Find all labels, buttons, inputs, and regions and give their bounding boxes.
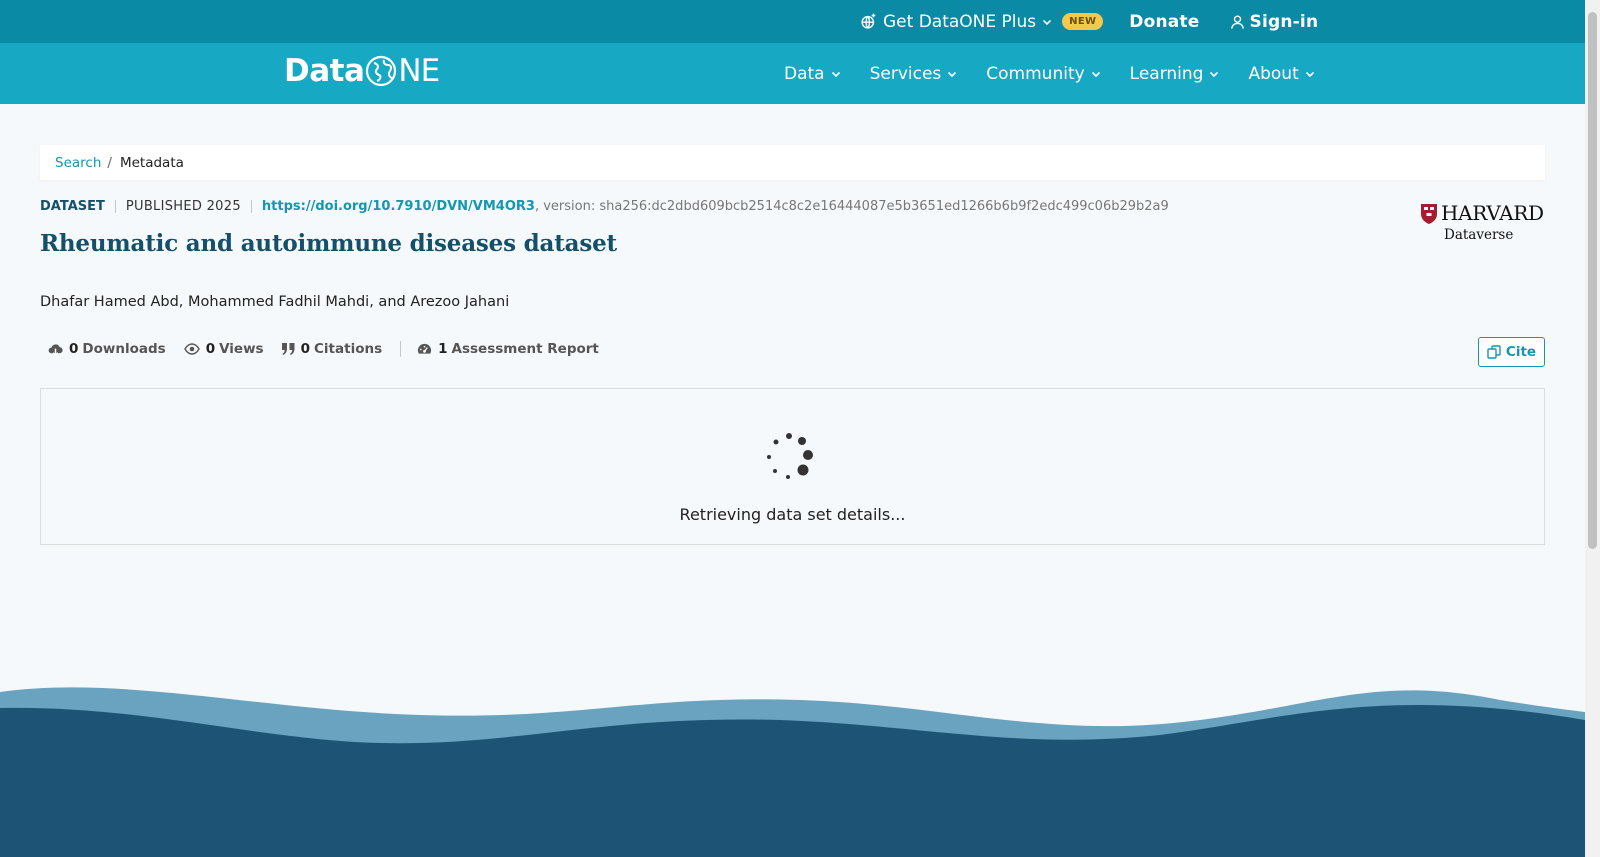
- dataone-logo[interactable]: Data NE: [284, 53, 440, 89]
- get-dataone-plus-menu[interactable]: Get DataONE Plus NEW: [860, 11, 1104, 32]
- harvard-shield-icon: [1420, 203, 1438, 229]
- get-dataone-plus-label: Get DataONE Plus: [883, 11, 1037, 32]
- downloads-metric[interactable]: 0 Downloads: [48, 341, 166, 357]
- dataset-type-label: DATASET: [40, 199, 105, 214]
- dataset-authors: Dhafar Hamed Abd, Mohammed Fadhil Mahdi,…: [40, 294, 510, 310]
- nav-item-label: Services: [869, 63, 942, 84]
- assessment-report-metric[interactable]: 1 Assessment Report: [417, 341, 599, 357]
- logo-text-data: Data: [284, 53, 365, 89]
- donate-link[interactable]: Donate: [1129, 12, 1199, 32]
- nav-item-label: About: [1248, 63, 1299, 84]
- repository-logo[interactable]: HARVARD Dataverse: [1420, 201, 1546, 245]
- views-metric[interactable]: 0 Views: [183, 341, 264, 357]
- nav-item-data[interactable]: Data: [784, 64, 841, 84]
- assessment-label: Assessment Report: [451, 341, 599, 357]
- nav-item-learning[interactable]: Learning: [1130, 64, 1220, 84]
- dataset-metrics: 0 Downloads 0 Views 0 Citations 1 Assess…: [48, 341, 617, 357]
- cloud-download-icon: [48, 343, 63, 356]
- downloads-label: Downloads: [82, 341, 166, 357]
- sign-in-label: Sign-in: [1249, 11, 1319, 32]
- footer-wave-decoration: [0, 687, 1585, 857]
- cite-button[interactable]: Cite: [1478, 337, 1545, 367]
- nav-item-about[interactable]: About: [1248, 64, 1314, 84]
- nav-item-services[interactable]: Services: [870, 64, 958, 84]
- nav-item-community[interactable]: Community: [986, 64, 1100, 84]
- repository-name: HARVARD: [1441, 201, 1544, 225]
- assessment-count: 1: [438, 341, 448, 357]
- citations-count: 0: [300, 341, 311, 357]
- meta-divider: [250, 200, 252, 213]
- chevron-down-icon: [1305, 64, 1315, 84]
- nav-item-label: Data: [784, 63, 825, 84]
- chevron-down-icon: [1209, 64, 1219, 84]
- logo-text-ne: NE: [398, 53, 440, 89]
- user-icon: [1230, 14, 1245, 30]
- spinner-icon: [764, 432, 814, 486]
- cite-label: Cite: [1505, 344, 1537, 360]
- citations-metric[interactable]: 0 Citations: [281, 341, 383, 357]
- quote-icon: [281, 343, 295, 355]
- dataset-title: Rheumatic and autoimmune diseases datase…: [40, 230, 617, 257]
- globe-sparkle-icon: [860, 13, 877, 30]
- published-year: PUBLISHED 2025: [125, 199, 241, 214]
- chevron-down-icon: [831, 64, 841, 84]
- eye-icon: [183, 343, 200, 355]
- metrics-divider: [400, 341, 402, 357]
- dataset-meta-line: DATASET PUBLISHED 2025 https://doi.org/1…: [40, 199, 1169, 214]
- breadcrumb: Search / Metadata: [40, 145, 1545, 180]
- downloads-count: 0: [69, 341, 79, 357]
- utility-links: Get DataONE Plus NEW Donate Sign-in: [860, 0, 1318, 43]
- new-badge: NEW: [1062, 13, 1104, 30]
- views-count: 0: [205, 341, 216, 357]
- meta-divider: [114, 200, 116, 213]
- views-label: Views: [219, 341, 264, 357]
- top-utility-bar: Get DataONE Plus NEW Donate Sign-in: [0, 0, 1585, 43]
- chevron-down-icon: [1091, 64, 1101, 84]
- citations-label: Citations: [314, 341, 383, 357]
- sign-in-link[interactable]: Sign-in: [1230, 12, 1319, 32]
- main-navigation: Data NE Data Services Community Learning…: [0, 43, 1585, 104]
- breadcrumb-separator: /: [107, 154, 112, 171]
- breadcrumb-search-link[interactable]: Search: [55, 155, 101, 171]
- breadcrumb-current: Metadata: [119, 154, 184, 171]
- nav-item-label: Community: [986, 63, 1085, 84]
- copy-icon: [1487, 345, 1501, 359]
- doi-link[interactable]: https://doi.org/10.7910/DVN/VM4OR3: [262, 199, 535, 214]
- gauge-icon: [417, 343, 432, 356]
- chevron-down-icon: [947, 64, 957, 84]
- globe-logo-icon: [365, 55, 397, 87]
- nav-links: Data Services Community Learning About: [784, 43, 1344, 104]
- repository-subname: Dataverse: [1444, 227, 1514, 243]
- nav-item-label: Learning: [1129, 63, 1204, 84]
- version-hash: , version: sha256:dc2dbd609bcb2514c8c2e1…: [534, 199, 1169, 214]
- page-scrollbar-thumb[interactable]: [1588, 12, 1597, 549]
- chevron-down-icon: [1042, 12, 1052, 32]
- loading-message: Retrieving data set details...: [679, 505, 906, 524]
